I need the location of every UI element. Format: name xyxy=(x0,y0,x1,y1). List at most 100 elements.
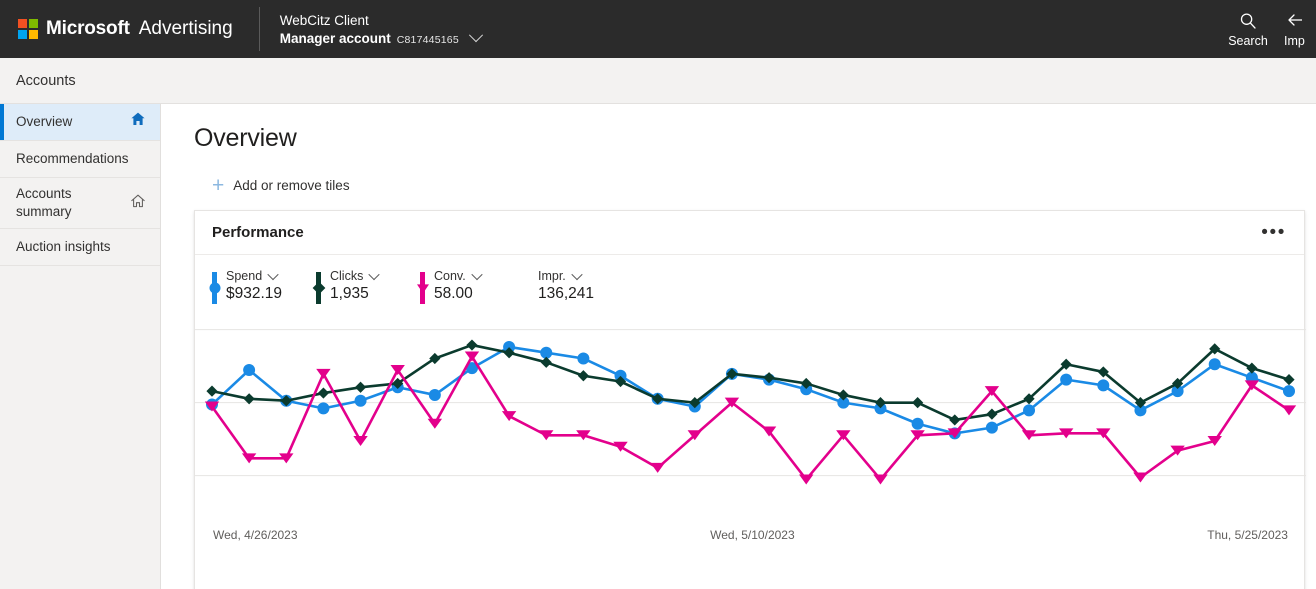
chart-x-axis: Wed, 4/26/2023 Wed, 5/10/2023 Thu, 5/25/… xyxy=(195,528,1306,548)
import-button[interactable]: Imp xyxy=(1280,0,1316,58)
chart-data-point[interactable] xyxy=(317,402,330,415)
chart-data-point[interactable] xyxy=(464,351,480,362)
section-title: Accounts xyxy=(16,72,76,89)
circle-marker-icon xyxy=(209,282,220,294)
sidebar-item-label: Auction insights xyxy=(16,239,111,255)
brand-name: Microsoft xyxy=(46,18,130,39)
sidebar-item-overview[interactable]: Overview xyxy=(0,104,160,141)
top-navigation-bar: Microsoft Advertising WebCitz Client Man… xyxy=(0,0,1316,58)
metric-value: 58.00 xyxy=(434,285,473,302)
metric-clicks[interactable]: Clicks 1,935 xyxy=(312,268,420,304)
home-filled-icon xyxy=(130,111,146,132)
add-or-remove-tiles-button[interactable]: + Add or remove tiles xyxy=(194,169,1304,210)
chart-data-point[interactable] xyxy=(799,474,814,485)
microsoft-advertising-logo[interactable]: Microsoft Advertising xyxy=(0,18,233,40)
chart-data-point[interactable] xyxy=(873,474,888,485)
x-tick-label-end: Thu, 5/25/2023 xyxy=(1207,528,1288,542)
chart-data-point[interactable] xyxy=(316,368,331,379)
search-label: Search xyxy=(1228,33,1268,48)
chart-data-point[interactable] xyxy=(984,386,1000,397)
chart-data-point[interactable] xyxy=(912,397,924,409)
main-content: Overview + Add or remove tiles Performan… xyxy=(161,104,1316,589)
chart-data-point[interactable] xyxy=(1281,405,1297,416)
chart-data-point[interactable] xyxy=(1060,373,1073,386)
chart-data-point[interactable] xyxy=(1283,374,1295,386)
plus-icon: + xyxy=(212,174,225,197)
chart-data-point[interactable] xyxy=(243,364,256,376)
account-switcher[interactable]: WebCitz Client Manager account C81744516… xyxy=(279,12,483,46)
x-tick-label-start: Wed, 4/26/2023 xyxy=(213,528,298,542)
chart-data-point[interactable] xyxy=(650,462,665,473)
chevron-down-icon[interactable] xyxy=(267,268,279,281)
chart-data-point[interactable] xyxy=(1133,472,1148,483)
section-bar: Accounts xyxy=(0,58,1316,104)
chart-data-point[interactable] xyxy=(466,339,478,351)
chart-series-conv xyxy=(204,351,1297,485)
chart-line xyxy=(211,343,1290,422)
chevron-down-icon[interactable] xyxy=(468,27,483,42)
metric-name: Impr. xyxy=(538,269,566,283)
client-name: WebCitz Client xyxy=(279,12,369,28)
card-header: Performance ••• xyxy=(195,211,1304,255)
performance-card: Performance ••• Spend $932.19 Clicks 1,935 C… xyxy=(194,210,1306,589)
account-id: C817445165 xyxy=(396,33,459,46)
microsoft-logo-icon xyxy=(18,19,38,39)
chart-data-point[interactable] xyxy=(761,426,777,437)
chart-data-point[interactable] xyxy=(390,365,405,375)
home-outline-icon xyxy=(130,193,146,214)
chart-data-point[interactable] xyxy=(911,417,924,430)
sidebar-item-auction-insights[interactable]: Auction insights xyxy=(0,229,160,267)
chart-data-point[interactable] xyxy=(354,381,367,393)
chart-data-point[interactable] xyxy=(317,387,330,399)
chevron-down-icon[interactable] xyxy=(368,268,381,281)
chart-data-point[interactable] xyxy=(206,385,218,397)
metrics-row: Spend $932.19 Clicks 1,935 Conv. 58.00 Impr. 13… xyxy=(195,255,1304,312)
sidebar-item-label: Overview xyxy=(16,113,73,129)
account-type-label: Manager account xyxy=(279,30,391,46)
sidebar-item-label: Recommendations xyxy=(16,150,129,166)
chart-data-point[interactable] xyxy=(1023,404,1036,417)
chart-data-point[interactable] xyxy=(1283,385,1295,398)
search-button[interactable]: Search xyxy=(1216,0,1280,58)
chart-data-point[interactable] xyxy=(949,414,961,426)
arrow-left-icon xyxy=(1288,13,1302,26)
chart-data-point[interactable] xyxy=(428,388,441,401)
chart-data-point[interactable] xyxy=(353,436,368,447)
metric-value: $932.19 xyxy=(226,285,283,302)
metric-value: 136,241 xyxy=(538,285,595,302)
metric-color-indicator xyxy=(209,272,220,304)
metric-spend[interactable]: Spend $932.19 xyxy=(209,268,316,304)
chart-data-point[interactable] xyxy=(577,352,590,365)
top-bar-actions: Search Imp xyxy=(1216,0,1316,58)
chart-data-point[interactable] xyxy=(540,356,552,368)
chart-data-point[interactable] xyxy=(985,421,998,434)
chart-data-point[interactable] xyxy=(986,408,998,420)
chart-data-point[interactable] xyxy=(1097,379,1110,392)
metric-impr[interactable]: Impr. 136,241 xyxy=(524,268,628,304)
chart-data-point[interactable] xyxy=(1246,362,1258,374)
ellipsis-icon[interactable]: ••• xyxy=(1261,223,1286,242)
chart-data-point[interactable] xyxy=(836,430,851,441)
metric-name: Conv. xyxy=(434,269,466,283)
metric-conv[interactable]: Conv. 58.00 xyxy=(416,268,524,304)
chevron-down-icon[interactable] xyxy=(571,268,583,281)
chart-line xyxy=(211,345,1290,435)
search-icon xyxy=(1240,12,1256,29)
page-title: Overview xyxy=(194,124,297,152)
chart-data-point[interactable] xyxy=(1208,358,1221,371)
tri-marker-icon xyxy=(416,284,429,294)
sidebar-item-recommendations[interactable]: Recommendations xyxy=(0,141,160,178)
metric-name: Spend xyxy=(226,269,263,283)
chevron-down-icon[interactable] xyxy=(471,268,483,281)
x-tick-label-mid: Wed, 5/10/2023 xyxy=(710,528,795,542)
card-title: Performance xyxy=(212,224,304,241)
product-name: Advertising xyxy=(138,18,233,39)
chart-data-point[interactable] xyxy=(577,370,589,382)
page-body: Overview Recommendations Accounts summar… xyxy=(0,104,1316,589)
add-or-remove-tiles-label: Add or remove tiles xyxy=(233,178,350,193)
chart-data-point[interactable] xyxy=(427,418,443,429)
metric-name: Clicks xyxy=(330,269,364,283)
chart-data-point[interactable] xyxy=(354,394,367,407)
metric-value: 1,935 xyxy=(330,285,369,302)
sidebar-item-accounts-summary[interactable]: Accounts summary xyxy=(0,178,160,230)
